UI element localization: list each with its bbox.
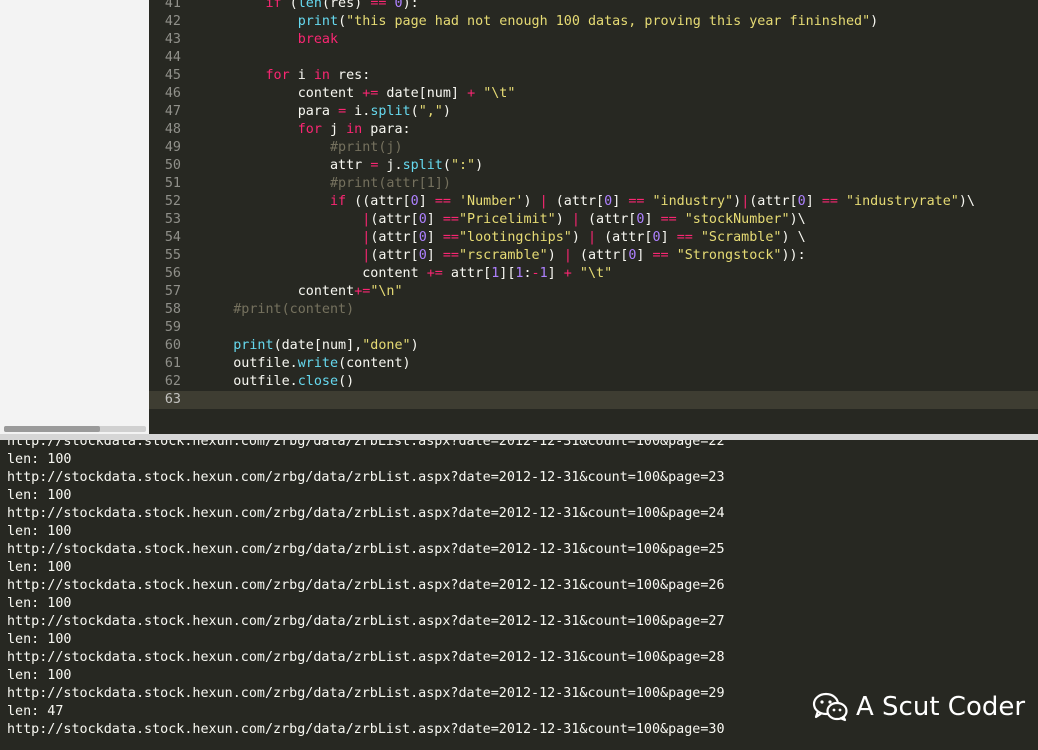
watermark: A Scut Coder: [812, 690, 1025, 724]
code-text: para = i.split(","): [201, 104, 451, 119]
line-number: 60: [164, 338, 181, 353]
code-line[interactable]: 63: [149, 391, 1038, 409]
console-line: http://stockdata.stock.hexun.com/zrbg/da…: [7, 506, 725, 521]
code-line[interactable]: 43 break: [149, 31, 1038, 49]
code-line[interactable]: 54 |(attr[0] =="lootingchips") | (attr[0…: [149, 229, 1038, 247]
file-sidebar: [0, 0, 149, 434]
line-number: 41: [164, 0, 181, 11]
code-text: #print(content): [233, 302, 355, 317]
code-text: print("this page had not enough 100 data…: [297, 14, 879, 29]
console-line: len: 100: [7, 524, 72, 539]
code-line[interactable]: 49 #print(j): [149, 139, 1038, 157]
code-line[interactable]: 46 content += date[num] + "\t": [149, 85, 1038, 103]
line-number: 63: [164, 392, 181, 407]
code-text: if (len(res) == 0):: [265, 0, 419, 11]
code-line[interactable]: 50 attr = j.split(":"): [149, 157, 1038, 175]
horizontal-scrollbar[interactable]: [4, 426, 146, 432]
code-line[interactable]: 62 outfile.close(): [149, 373, 1038, 391]
scrollbar-thumb[interactable]: [4, 426, 100, 432]
code-line[interactable]: 61 outfile.write(content): [149, 355, 1038, 373]
console-line: http://stockdata.stock.hexun.com/zrbg/da…: [7, 614, 725, 629]
console-line: len: 100: [7, 632, 72, 647]
console-line: http://stockdata.stock.hexun.com/zrbg/da…: [7, 722, 725, 737]
line-number: 55: [164, 248, 181, 263]
code-line[interactable]: 51 #print(attr[1]): [149, 175, 1038, 193]
line-number: 52: [164, 194, 181, 209]
line-number: 46: [164, 86, 181, 101]
code-line[interactable]: 44: [149, 49, 1038, 67]
code-line[interactable]: 47 para = i.split(","): [149, 103, 1038, 121]
console-line: http://stockdata.stock.hexun.com/zrbg/da…: [7, 542, 725, 557]
code-line[interactable]: 45 for i in res:: [149, 67, 1038, 85]
code-text: if ((attr[0] == 'Number') | (attr[0] == …: [330, 194, 975, 209]
code-text: for i in res:: [265, 68, 371, 83]
line-number: 54: [164, 230, 181, 245]
code-text: outfile.close(): [201, 374, 355, 389]
line-number: 48: [164, 122, 181, 137]
line-number: 58: [164, 302, 181, 317]
line-number: 43: [164, 32, 181, 47]
code-text: content += attr[1][1:-1] + "\t": [201, 266, 613, 281]
code-text: attr = j.split(":"): [201, 158, 484, 173]
line-number: 49: [164, 140, 181, 155]
line-number: 45: [164, 68, 181, 83]
code-text: print(date[num],"done"): [233, 338, 419, 353]
code-line[interactable]: 58 #print(content): [149, 301, 1038, 319]
code-line[interactable]: 53 |(attr[0] =="Pricelimit") | (attr[0] …: [149, 211, 1038, 229]
console-line: len: 47: [7, 704, 64, 719]
code-text: |(attr[0] =="lootingchips") | (attr[0] =…: [362, 230, 806, 245]
code-line[interactable]: 42 print("this page had not enough 100 d…: [149, 13, 1038, 31]
console-line: http://stockdata.stock.hexun.com/zrbg/da…: [7, 578, 725, 593]
console-line: http://stockdata.stock.hexun.com/zrbg/da…: [7, 470, 725, 485]
code-text: #print(attr[1]): [330, 176, 451, 191]
code-line[interactable]: 48 for j in para:: [149, 121, 1038, 139]
code-text: |(attr[0] =="rscramble") | (attr[0] == "…: [362, 248, 806, 263]
line-number: 51: [164, 176, 181, 191]
line-number: 42: [164, 14, 181, 29]
console-line: len: 100: [7, 488, 72, 503]
code-editor[interactable]: 41 if (len(res) == 0): 42 print("this pag…: [149, 0, 1038, 434]
code-line[interactable]: 57 content+="\n": [149, 283, 1038, 301]
code-text: content+="\n": [201, 284, 403, 299]
line-number: 62: [164, 374, 181, 389]
wechat-icon: [812, 692, 848, 722]
code-line[interactable]: 60 print(date[num],"done"): [149, 337, 1038, 355]
code-line[interactable]: 59: [149, 319, 1038, 337]
line-number: 56: [164, 266, 181, 281]
code-text: break: [297, 32, 339, 47]
code-text: outfile.write(content): [201, 356, 411, 371]
console-line: len: 100: [7, 452, 72, 467]
code-line[interactable]: 55 |(attr[0] =="rscramble") | (attr[0] =…: [149, 247, 1038, 265]
console-line: len: 100: [7, 596, 72, 611]
line-number: 59: [164, 320, 181, 335]
line-number: 61: [164, 356, 181, 371]
code-text: #print(j): [330, 140, 403, 155]
line-number: 53: [164, 212, 181, 227]
console-line: len: 100: [7, 668, 72, 683]
line-number: 57: [164, 284, 181, 299]
code-text: |(attr[0] =="Pricelimit") | (attr[0] == …: [362, 212, 806, 227]
console-line: http://stockdata.stock.hexun.com/zrbg/da…: [7, 440, 725, 449]
console-line: http://stockdata.stock.hexun.com/zrbg/da…: [7, 686, 725, 701]
code-line[interactable]: 52 if ((attr[0] == 'Number') | (attr[0] …: [149, 193, 1038, 211]
line-number: 44: [164, 50, 181, 65]
watermark-text: A Scut Coder: [856, 692, 1026, 722]
code-line[interactable]: 56 content += attr[1][1:-1] + "\t": [149, 265, 1038, 283]
code-text: content += date[num] + "\t": [201, 86, 516, 101]
console-line: http://stockdata.stock.hexun.com/zrbg/da…: [7, 650, 725, 665]
code-line[interactable]: 41 if (len(res) == 0):: [149, 0, 1038, 13]
line-number: 47: [164, 104, 181, 119]
console-line: len: 100: [7, 560, 72, 575]
line-number: 50: [164, 158, 181, 173]
code-text: for j in para:: [297, 122, 411, 137]
